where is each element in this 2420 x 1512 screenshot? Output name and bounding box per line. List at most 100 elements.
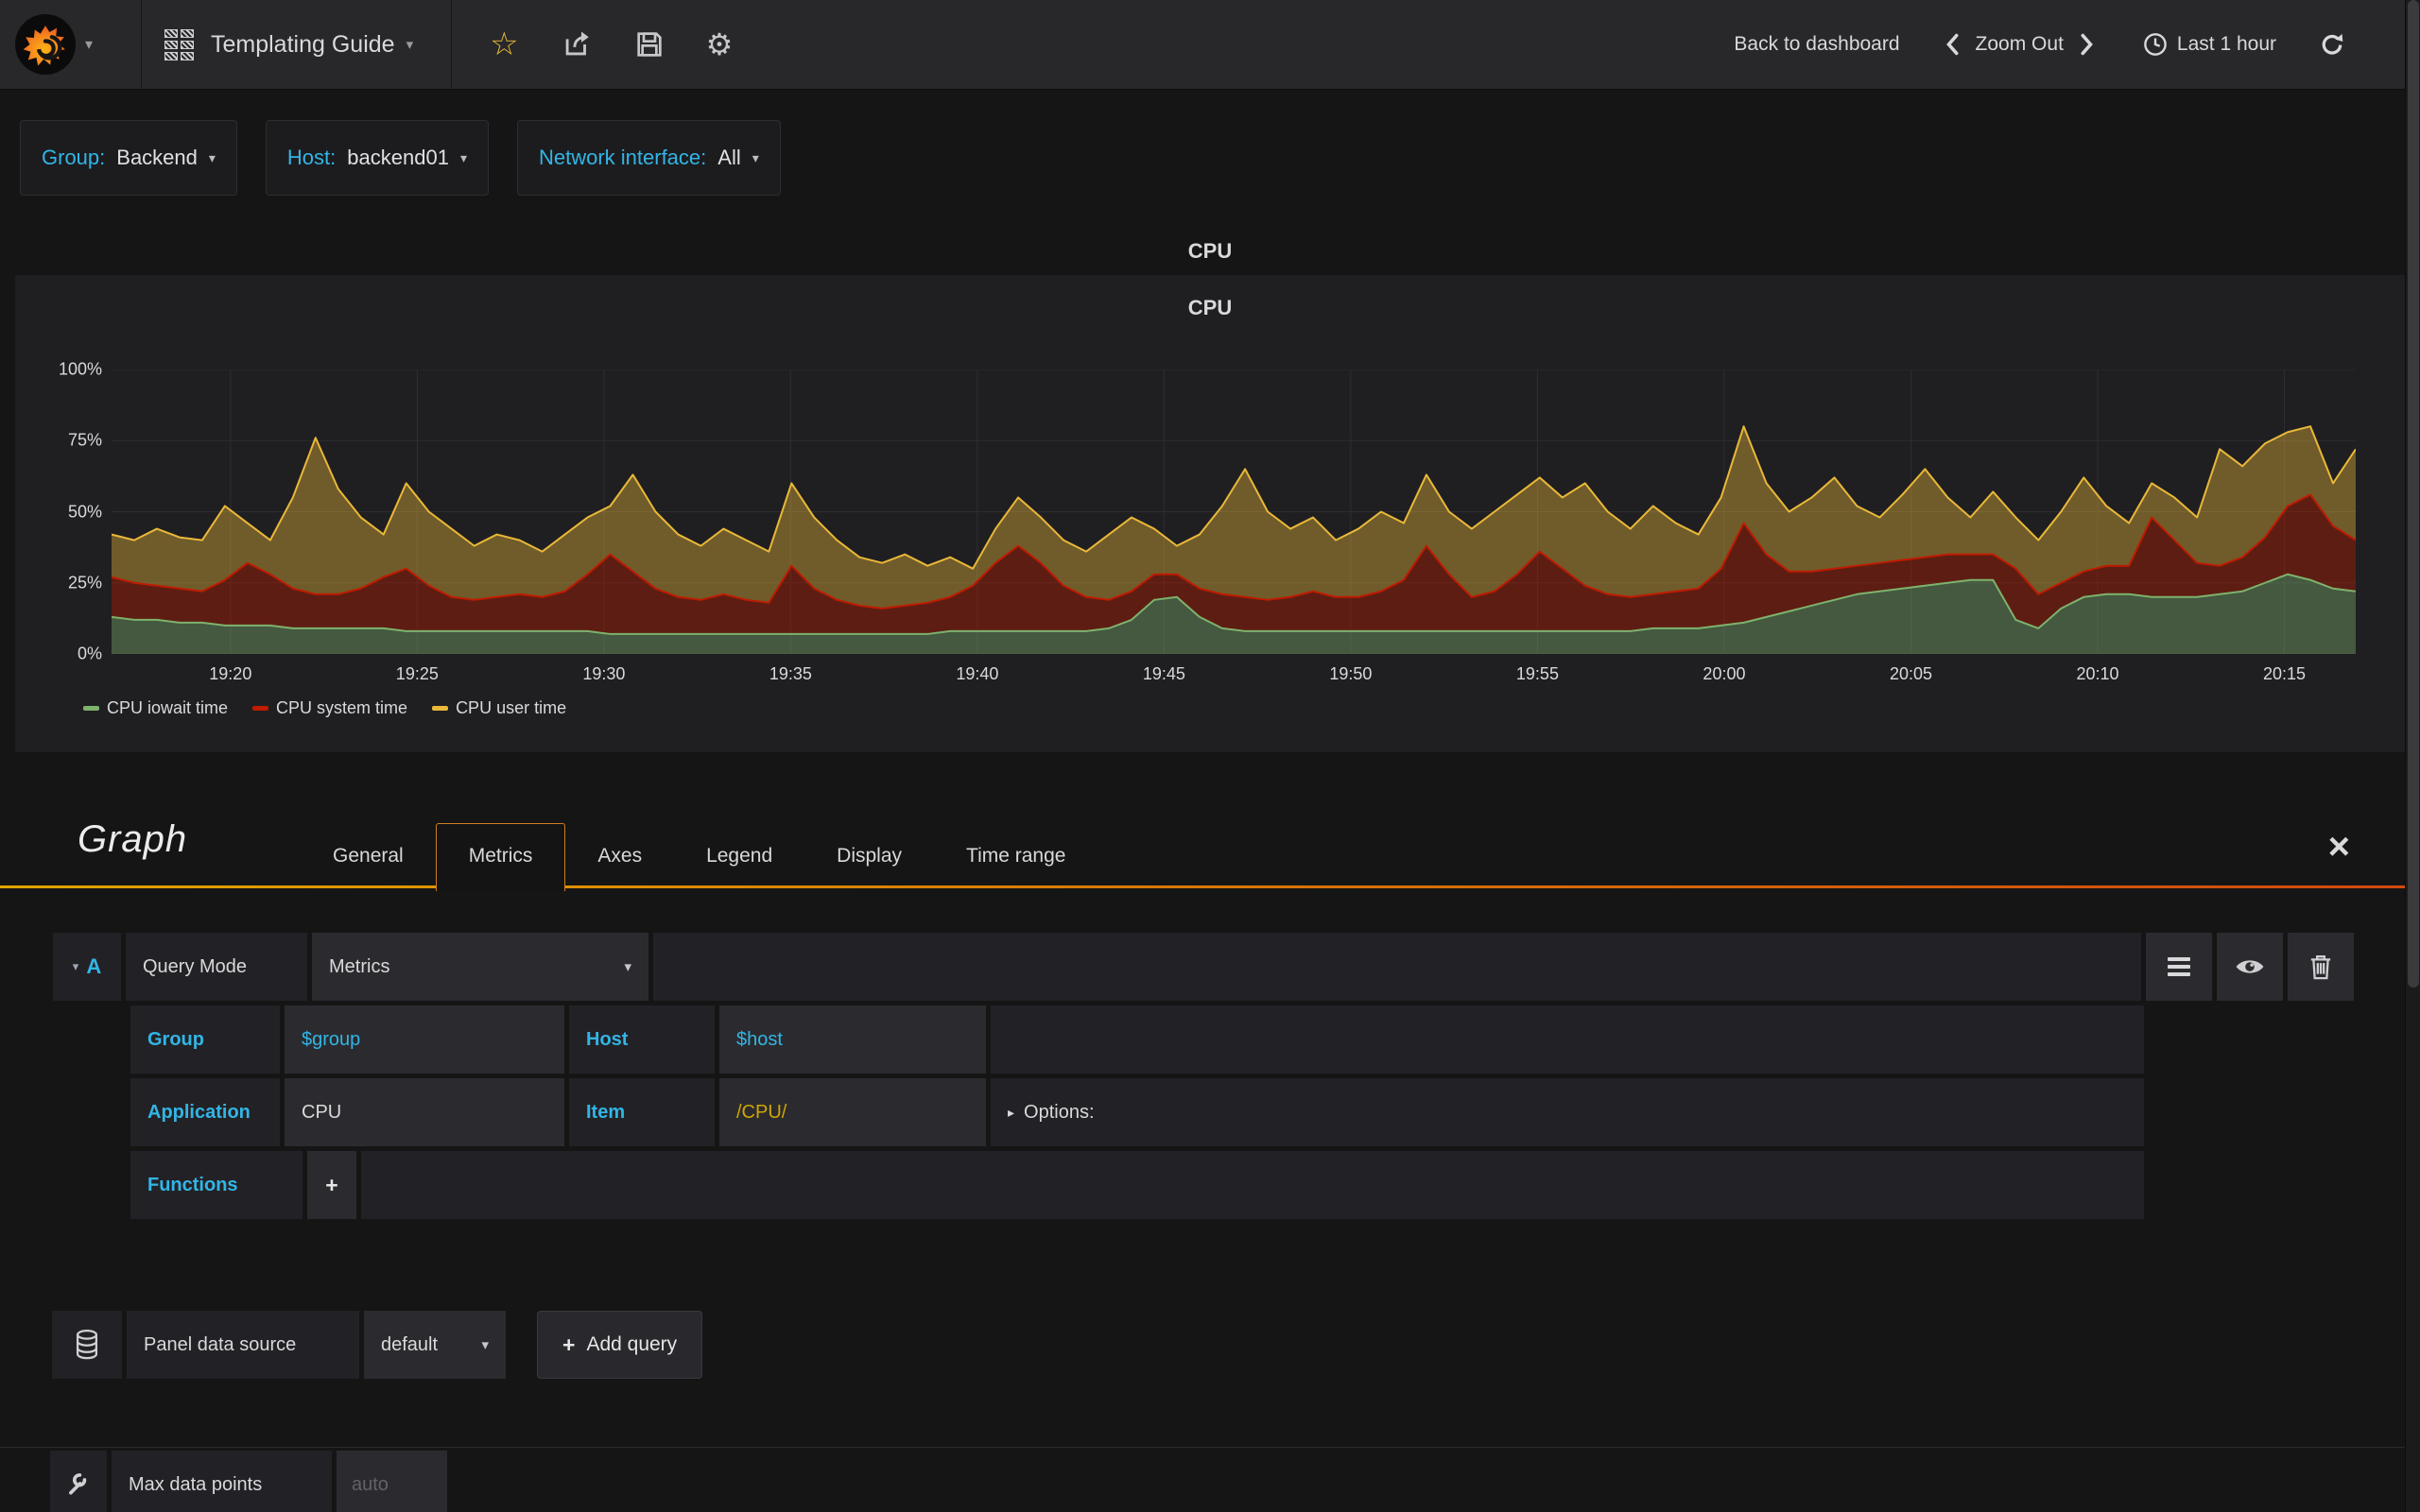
template-variable[interactable]: Host: backend01 ▾: [265, 120, 489, 196]
variable-value: All: [717, 146, 741, 169]
datasource-select[interactable]: default ▾: [364, 1311, 506, 1379]
y-tick-label: 25%: [67, 573, 102, 593]
settings-button[interactable]: ⚙: [706, 29, 734, 60]
chevron-left-icon: [1945, 33, 1959, 56]
x-tick-label: 20:05: [1889, 664, 1932, 683]
chevron-right-icon: ▸: [1008, 1104, 1015, 1120]
x-tick-label: 19:20: [209, 664, 252, 683]
chevron-down-icon: ▾: [752, 149, 759, 165]
variable-value: backend01: [347, 146, 449, 169]
x-tick-label: 19:35: [769, 664, 812, 683]
grafana-logo-menu[interactable]: ▾: [0, 0, 142, 89]
add-function-button[interactable]: +: [307, 1151, 356, 1219]
tab-time-range[interactable]: Time range: [934, 824, 1098, 888]
legend-swatch: [252, 706, 269, 711]
editor-header: Graph General Metrics Axes Legend Display Tim…: [0, 803, 2420, 891]
time-shift-right-button[interactable]: [2077, 32, 2098, 57]
chevron-down-icon: ▾: [72, 959, 79, 973]
close-editor-button[interactable]: ×: [2328, 828, 2350, 866]
plus-icon: +: [325, 1172, 338, 1197]
datasource-label: Panel data source: [127, 1311, 359, 1379]
query-menu-button[interactable]: [2146, 933, 2212, 1001]
share-button[interactable]: [561, 28, 593, 60]
variable-bar: Group: Backend ▾ Host: backend01 ▾ Netwo…: [20, 120, 2420, 196]
legend-label: CPU system time: [276, 698, 408, 717]
chevron-right-icon: [2081, 33, 2093, 56]
wrench-icon: [69, 1473, 87, 1495]
item-input[interactable]: /CPU/: [719, 1078, 986, 1146]
dashboard-title-dropdown[interactable]: Templating Guide ▾: [142, 0, 453, 89]
add-query-button[interactable]: + Add query: [537, 1311, 703, 1379]
max-data-points-input[interactable]: [337, 1451, 447, 1512]
close-icon: ×: [2327, 826, 2350, 868]
chart-plot-area[interactable]: [112, 369, 2356, 654]
x-tick-label: 20:15: [2262, 664, 2307, 683]
clock-icon: [2144, 33, 2167, 56]
tab-display[interactable]: Display: [804, 824, 934, 888]
tab-axes[interactable]: Axes: [565, 824, 674, 888]
tab-metrics[interactable]: Metrics: [435, 823, 566, 891]
legend-swatch: [432, 706, 449, 711]
legend-item[interactable]: CPU iowait time: [83, 698, 228, 718]
query-mode-select[interactable]: Metrics ▾: [312, 933, 648, 1001]
time-range-picker[interactable]: Last 1 hour: [2143, 32, 2276, 57]
save-icon: [636, 32, 662, 57]
template-variable[interactable]: Network interface: All ▾: [516, 120, 781, 196]
group-row-spacer: [991, 1005, 2144, 1074]
refresh-button[interactable]: [2318, 30, 2346, 59]
host-input[interactable]: $host: [719, 1005, 986, 1074]
options-toggle[interactable]: ▸ Options:: [991, 1078, 2144, 1146]
menu-icon: [2168, 957, 2190, 976]
x-tick-label: 20:00: [1703, 664, 1746, 683]
query-toggle-visibility-button[interactable]: [2217, 933, 2283, 1001]
legend-swatch: [83, 706, 99, 711]
tab-legend[interactable]: Legend: [674, 824, 804, 888]
plus-icon: +: [562, 1332, 576, 1357]
field-label-group: Group: [130, 1005, 280, 1074]
legend-label: CPU user time: [456, 698, 567, 717]
functions-row-spacer: [361, 1151, 2144, 1219]
dashboard-title: Templating Guide: [211, 30, 395, 58]
dashboard-grid-icon: [164, 28, 194, 60]
legend-item[interactable]: CPU user time: [432, 698, 566, 718]
chart-title: CPU: [1187, 296, 1233, 319]
grafana-logo-icon: [15, 14, 76, 75]
star-button[interactable]: ☆: [490, 28, 518, 60]
query-options-section: Max data points: [0, 1447, 2420, 1512]
editor-tabs: General Metrics Axes Legend Display Time rang…: [301, 823, 1098, 891]
variable-value: Backend: [116, 146, 198, 169]
time-shift-left-button[interactable]: [1942, 32, 1962, 57]
x-tick-label: 19:55: [1515, 664, 1559, 683]
chevron-down-icon: ▾: [208, 149, 216, 165]
max-data-points-label: Max data points: [112, 1451, 332, 1512]
application-input[interactable]: CPU: [285, 1078, 564, 1146]
panel-type-title: Graph: [78, 818, 188, 860]
share-icon: [565, 31, 589, 56]
panel-drag-title[interactable]: CPU: [0, 239, 2420, 266]
query-collapse-toggle[interactable]: ▾ A: [53, 933, 121, 1001]
x-tick-label: 19:25: [395, 664, 439, 683]
group-input[interactable]: $group: [285, 1005, 564, 1074]
field-label-application: Application: [130, 1078, 280, 1146]
template-variable[interactable]: Group: Backend ▾: [20, 120, 237, 196]
x-tick-label: 19:45: [1142, 664, 1185, 683]
variable-label: Host:: [286, 146, 337, 169]
chevron-down-icon: ▾: [85, 37, 94, 53]
x-tick-label: 19:40: [956, 664, 999, 683]
field-label-host: Host: [569, 1005, 715, 1074]
page-scrollbar[interactable]: [2405, 0, 2420, 1512]
y-axis-labels: 0% 25% 50% 75% 100%: [15, 360, 102, 663]
back-to-dashboard-button[interactable]: Back to dashboard: [1734, 33, 1899, 56]
legend-item[interactable]: CPU system time: [252, 698, 407, 718]
query-delete-button[interactable]: [2288, 933, 2354, 1001]
tab-general[interactable]: General: [301, 824, 436, 888]
refresh-icon: [2322, 34, 2343, 55]
scrollbar-thumb[interactable]: [2408, 0, 2419, 988]
save-button[interactable]: [634, 29, 665, 60]
zoom-out-button[interactable]: Zoom Out: [1976, 33, 2064, 56]
graph-panel: CPU 0% 25% 50% 75% 100% 19:20 19:25 19:30 19:35…: [15, 275, 2405, 752]
gear-icon: ⚙: [705, 27, 734, 61]
star-icon: ☆: [490, 26, 519, 62]
y-tick-label: 100%: [58, 359, 102, 379]
x-tick-label: 19:30: [582, 664, 626, 683]
